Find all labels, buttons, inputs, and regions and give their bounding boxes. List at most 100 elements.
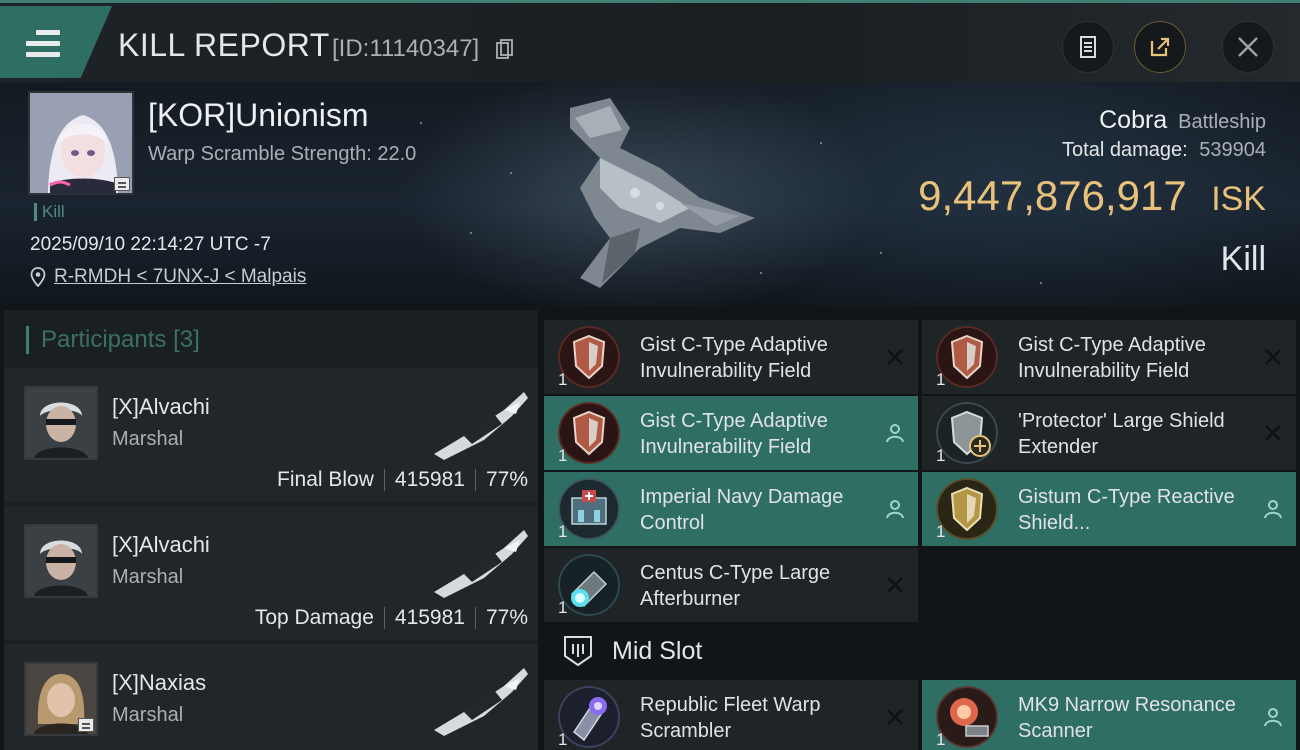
destroyed-icon xyxy=(887,349,903,365)
destroyed-icon xyxy=(887,709,903,725)
location-link[interactable]: R-RMDH < 7UNX-J < Malpais xyxy=(54,266,306,288)
dropped-user-icon xyxy=(1264,708,1282,727)
module-quantity: 1 xyxy=(558,598,568,617)
dropped-user-icon xyxy=(1264,500,1282,519)
module-item[interactable]: 1 Gistum C-Type Reactive Shield... xyxy=(922,472,1296,546)
participant-role: Top Damage xyxy=(254,606,374,629)
participant-role: Final Blow xyxy=(277,468,374,491)
participant-name[interactable]: [X]Alvachi xyxy=(112,532,210,558)
participant-row[interactable]: [X]Naxias Marshal xyxy=(4,644,538,750)
module-name: Imperial Navy Damage Control xyxy=(640,486,844,534)
mid-slot-icon xyxy=(564,636,592,667)
participant-avatar[interactable] xyxy=(24,386,98,460)
kill-location[interactable]: R-RMDH < 7UNX-J < Malpais xyxy=(30,266,306,288)
module-name: Centus C-Type Large Afterburner xyxy=(640,562,831,610)
copy-icon[interactable] xyxy=(496,39,514,59)
module-quantity: 1 xyxy=(936,370,946,389)
warp-scramble-strength: Warp Scramble Strength: 22.0 xyxy=(148,143,417,165)
victim-name[interactable]: [KOR]Unionism xyxy=(148,97,369,134)
participant-ship-icon xyxy=(434,668,528,736)
ship-name[interactable]: Cobra xyxy=(1099,106,1167,134)
document-icon xyxy=(1080,36,1096,58)
module-quantity: 1 xyxy=(558,446,568,465)
ship-render xyxy=(570,98,755,288)
module-item[interactable]: 1 Imperial Navy Damage Control xyxy=(544,472,918,546)
total-damage-value: 539904 xyxy=(1199,139,1266,161)
participant-stats: Final Blow 415981 77% xyxy=(277,468,528,492)
participant-name[interactable]: [X]Alvachi xyxy=(112,394,210,420)
module-quantity: 1 xyxy=(558,522,568,541)
participant-name[interactable]: [X]Naxias xyxy=(112,670,206,696)
module-item[interactable]: 1 'Protector' Large Shield Extender xyxy=(922,396,1296,470)
participant-avatar[interactable] xyxy=(24,662,98,736)
participants-count: [3] xyxy=(173,326,200,353)
module-quantity: 1 xyxy=(936,730,946,749)
avatar-info-badge xyxy=(114,177,130,191)
module-name: Gistum C-Type Reactive Shield... xyxy=(1018,486,1235,534)
module-name: Gist C-Type Adaptive Invulnerability Fie… xyxy=(640,334,828,382)
participants-panel: Participants [3] [X]Alvachi Marshal Fina… xyxy=(4,310,538,750)
module-quantity: 1 xyxy=(936,522,946,541)
avatar-info-badge xyxy=(78,718,94,732)
participant-portrait xyxy=(26,526,96,596)
mid-slot-header: Mid Slot xyxy=(548,626,702,676)
close-icon xyxy=(1238,37,1258,57)
participant-row[interactable]: [X]Alvachi Marshal Top Damage 415981 77% xyxy=(4,506,538,640)
kill-result: Kill xyxy=(1220,240,1266,278)
close-button[interactable] xyxy=(1222,21,1274,73)
victim-avatar[interactable] xyxy=(28,91,134,195)
module-item[interactable]: 1 Gist C-Type Adaptive Invulnerability F… xyxy=(922,320,1296,394)
kill-tag: Kill xyxy=(34,203,65,221)
module-item[interactable]: 1 Gist C-Type Adaptive Invulnerability F… xyxy=(544,396,918,470)
participant-row[interactable]: [X]Alvachi Marshal Final Blow 415981 77% xyxy=(4,368,538,502)
mid-slot-label: Mid Slot xyxy=(612,636,703,665)
module-quantity: 1 xyxy=(558,370,568,389)
total-damage-label: Total damage: xyxy=(1062,139,1188,161)
ship-summary: Cobra Battleship Total damage: 539904 9,… xyxy=(918,106,1266,279)
module-name: Republic Fleet Warp Scrambler xyxy=(640,694,821,742)
participant-ship-icon xyxy=(434,530,528,598)
dropped-user-icon xyxy=(886,424,904,443)
menu-button[interactable] xyxy=(0,6,112,78)
participant-avatar[interactable] xyxy=(24,524,98,598)
participant-percent: 77% xyxy=(485,606,528,629)
page-title: KILL REPORT xyxy=(118,27,330,63)
destroyed-icon xyxy=(1265,349,1281,365)
kill-timestamp: 2025/09/10 22:14:27 UTC -7 xyxy=(30,234,271,255)
module-name: Gist C-Type Adaptive Invulnerability Fie… xyxy=(1018,334,1206,382)
participants-header: Participants [3] xyxy=(26,326,200,354)
participant-stats: Top Damage 415981 77% xyxy=(255,606,528,630)
participant-damage: 415981 xyxy=(394,606,465,629)
module-name: MK9 Narrow Resonance Scanner xyxy=(1018,694,1236,742)
share-button[interactable] xyxy=(1134,21,1186,73)
share-icon xyxy=(1150,37,1170,57)
report-document-button[interactable] xyxy=(1062,21,1114,73)
report-id: [ID:11140347] xyxy=(332,35,480,62)
participant-rank: Marshal xyxy=(112,428,184,450)
module-quantity: 1 xyxy=(936,446,946,465)
module-item[interactable]: 1 Gist C-Type Adaptive Invulnerability F… xyxy=(544,320,918,394)
module-item[interactable]: 1 Republic Fleet Warp Scrambler xyxy=(544,680,918,750)
participant-ship-icon xyxy=(434,392,528,460)
module-quantity: 1 xyxy=(558,730,568,749)
isk-unit: ISK xyxy=(1211,180,1266,218)
participants-label: Participants xyxy=(41,326,167,353)
module-name: 'Protector' Large Shield Extender xyxy=(1018,410,1225,458)
participant-percent: 77% xyxy=(485,468,528,491)
module-name: Gist C-Type Adaptive Invulnerability Fie… xyxy=(640,410,828,458)
menu-icon xyxy=(26,30,60,58)
participant-rank: Marshal xyxy=(112,566,184,588)
participant-portrait xyxy=(26,388,96,458)
destroyed-icon xyxy=(887,577,903,593)
victim-banner: [KOR]Unionism Warp Scramble Strength: 22… xyxy=(0,82,1300,306)
module-item[interactable]: 1 Centus C-Type Large Afterburner xyxy=(544,548,918,622)
ship-class: Battleship xyxy=(1178,111,1266,133)
participant-damage: 415981 xyxy=(394,468,465,491)
destroyed-icon xyxy=(1265,425,1281,441)
participant-rank: Marshal xyxy=(112,704,184,726)
isk-value: 9,447,876,917 xyxy=(918,172,1187,219)
location-pin-icon xyxy=(30,267,46,287)
top-bar: KILL REPORT [ID:11140347] xyxy=(0,0,1300,82)
dropped-user-icon xyxy=(886,500,904,519)
module-item[interactable]: 1 MK9 Narrow Resonance Scanner xyxy=(922,680,1296,750)
